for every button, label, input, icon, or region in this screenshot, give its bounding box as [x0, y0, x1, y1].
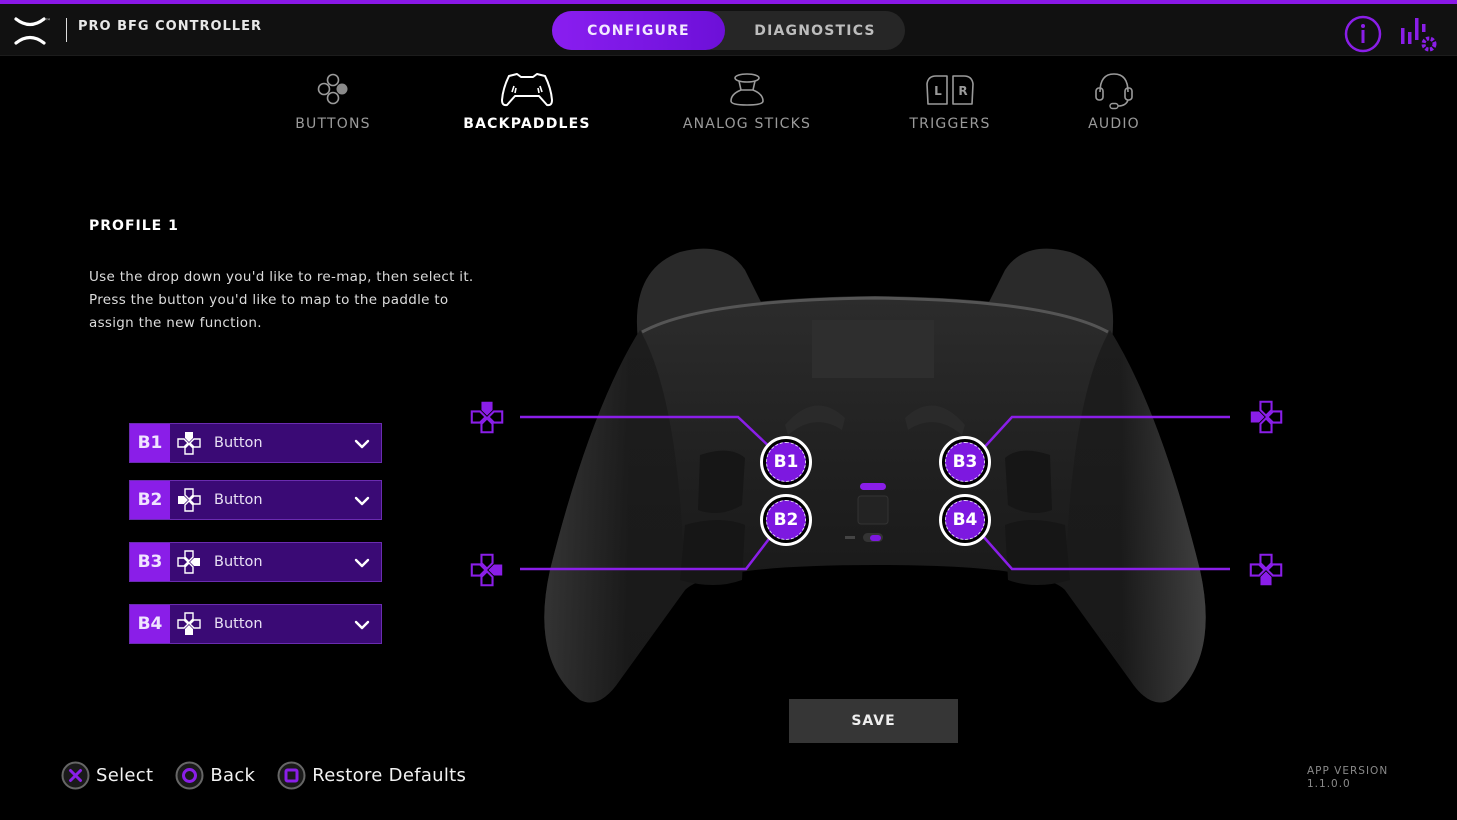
svg-text:L: L	[934, 84, 942, 98]
square-button-icon	[277, 761, 306, 789]
instructions-text: Use the drop down you'd like to re-map, …	[89, 269, 474, 331]
tab-analog-sticks[interactable]: ANALOG STICKS	[676, 66, 818, 146]
headset-icon	[1095, 73, 1133, 110]
paddle-value: Button	[214, 554, 263, 570]
paddle-value: Button	[214, 492, 263, 508]
profile-title: PROFILE 1	[89, 218, 179, 234]
app-version-value: 1.1.0.0	[1307, 778, 1351, 790]
paddle-tag: B4	[130, 605, 170, 643]
circle-button-icon	[175, 761, 204, 789]
paddle-badge-b2[interactable]: B2	[760, 494, 812, 546]
button-hints: Select Back Restore Defaults	[61, 760, 488, 790]
chevron-down-icon	[354, 439, 370, 449]
hint-select-label: Select	[96, 764, 154, 786]
badge-label: B1	[766, 442, 806, 482]
face-buttons-icon	[317, 73, 348, 105]
badge-label: B2	[766, 500, 806, 540]
dpad-down-icon	[177, 612, 201, 635]
paddle-value: Button	[214, 616, 263, 632]
triggers-icon: L R	[926, 75, 974, 105]
paddle-dropdown-b3[interactable]: B3 Button	[129, 542, 382, 582]
save-button[interactable]: SAVE	[789, 699, 958, 743]
hint-restore-defaults[interactable]: Restore Defaults	[277, 761, 466, 790]
trademark: ™	[45, 18, 51, 25]
tab-triggers-label: TRIGGERS	[909, 116, 991, 132]
paddle-dropdown-b1[interactable]: B1 Button	[129, 423, 382, 463]
info-icon[interactable]	[1343, 14, 1383, 54]
dpad-left-icon[interactable]	[1248, 399, 1284, 435]
app-title: PRO BFG CONTROLLER	[78, 19, 262, 34]
hint-back-label: Back	[210, 764, 256, 786]
profile-led	[860, 483, 886, 490]
header-divider	[66, 18, 67, 42]
paddle-badge-b1[interactable]: B1	[760, 436, 812, 488]
paddle-tag: B3	[130, 543, 170, 581]
chevron-down-icon	[354, 620, 370, 630]
paddle-tag: B2	[130, 481, 170, 519]
paddle-value: Button	[214, 435, 263, 451]
tab-buttons-label: BUTTONS	[295, 116, 371, 132]
hint-restore-defaults-label: Restore Defaults	[312, 764, 467, 786]
dpad-down-icon[interactable]	[1248, 552, 1284, 588]
tab-backpaddles-label: BACKPADDLES	[463, 116, 591, 132]
hint-select[interactable]: Select	[61, 761, 153, 790]
dpad-right-icon[interactable]	[469, 552, 505, 588]
controller-icon	[501, 73, 553, 107]
paddle-dropdown-b4[interactable]: B4 Button	[129, 604, 382, 644]
equalizer-gear-icon[interactable]	[1398, 14, 1440, 54]
profile-button	[857, 495, 889, 525]
paddle-tag: B1	[130, 424, 170, 462]
dpad-left-icon	[178, 488, 201, 512]
controller-display	[812, 320, 934, 378]
app-version-label: APP VERSION	[1307, 765, 1389, 777]
controller-illustration	[520, 248, 1230, 703]
analog-stick-icon	[730, 73, 764, 106]
tab-audio[interactable]: AUDIO	[1074, 66, 1154, 146]
paddle-select[interactable]: Button	[170, 481, 381, 519]
hint-back[interactable]: Back	[175, 761, 255, 790]
paddle-badge-b3[interactable]: B3	[939, 436, 991, 488]
tab-analog-sticks-label: ANALOG STICKS	[682, 116, 812, 132]
badge-label: B3	[945, 442, 985, 482]
paddle-badge-b4[interactable]: B4	[939, 494, 991, 546]
chevron-down-icon	[354, 496, 370, 506]
chevron-down-icon	[354, 558, 370, 568]
dpad-right-icon	[177, 550, 200, 574]
paddle-select[interactable]: Button	[170, 543, 381, 581]
tab-backpaddles[interactable]: BACKPADDLES	[462, 66, 592, 146]
badge-label: B4	[945, 500, 985, 540]
tab-configure[interactable]: CONFIGURE	[552, 11, 725, 50]
dpad-up-icon[interactable]	[469, 399, 505, 435]
tab-diagnostics[interactable]: DIAGNOSTICS	[725, 11, 905, 50]
brand-logo-icon	[14, 17, 46, 45]
paddle-select[interactable]: Button	[170, 605, 381, 643]
svg-text:R: R	[958, 84, 967, 98]
category-tabs: BUTTONS BACKPADDLES ANALOG STICKS L R TR…	[0, 66, 1457, 146]
mode-toggle: CONFIGURE DIAGNOSTICS	[552, 11, 905, 50]
tab-audio-label: AUDIO	[1088, 116, 1140, 132]
header-bar: ™ PRO BFG CONTROLLER CONFIGURE DIAGNOSTI…	[0, 4, 1457, 56]
dpad-up-icon	[177, 432, 201, 455]
tab-triggers[interactable]: L R TRIGGERS	[900, 66, 1000, 146]
tab-buttons[interactable]: BUTTONS	[283, 66, 383, 146]
cross-button-icon	[61, 761, 90, 789]
paddle-dropdown-b2[interactable]: B2 Button	[129, 480, 382, 520]
paddle-select[interactable]: Button	[170, 424, 381, 462]
